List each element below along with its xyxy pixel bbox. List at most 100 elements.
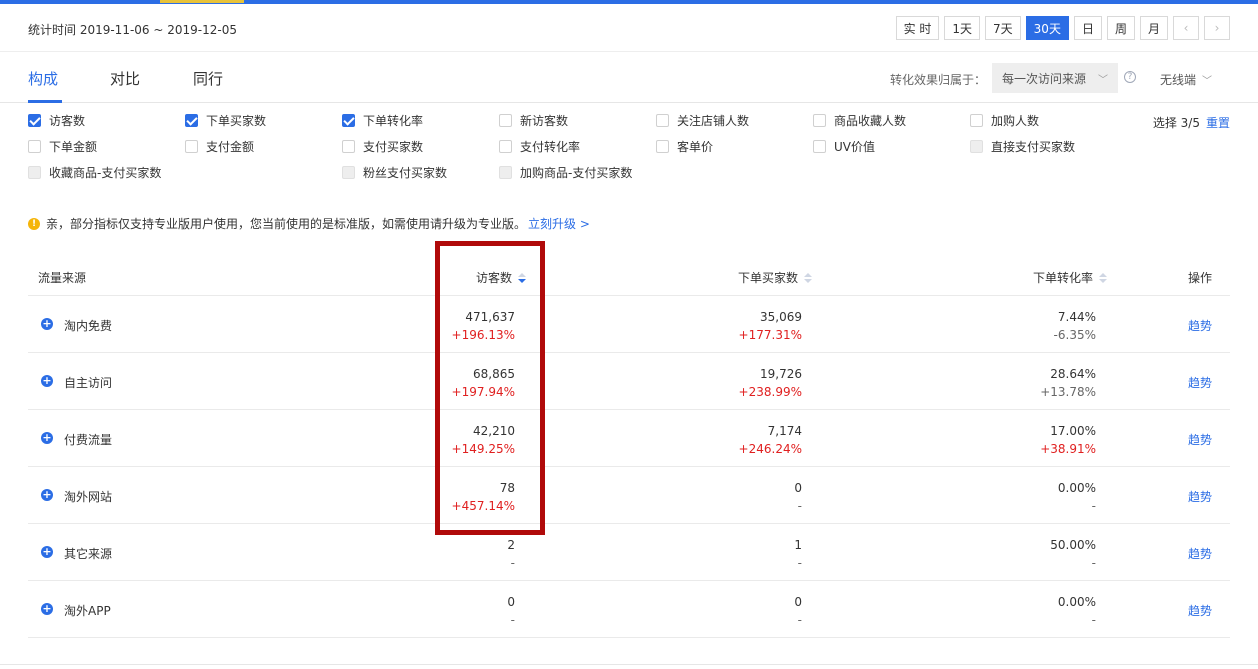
checkbox-icon	[813, 114, 826, 127]
buyers-cell: 7,174 +246.24%	[739, 422, 802, 458]
metric-label: 新访客数	[520, 114, 569, 128]
trend-link[interactable]: 趋势	[1188, 374, 1212, 391]
expand-plus-icon[interactable]: +	[41, 489, 53, 501]
header-visitors[interactable]: 访客数	[476, 269, 527, 286]
checkbox-checked-icon	[185, 114, 198, 127]
visitors-change: +196.13%	[451, 328, 515, 342]
metric-checkbox[interactable]: 支付买家数	[342, 138, 423, 155]
selection-count-label: 选择 3/5	[1152, 116, 1200, 130]
prev-period-button[interactable]: ‹	[1173, 16, 1199, 40]
expand-plus-icon[interactable]: +	[41, 375, 53, 387]
checkbox-icon	[499, 140, 512, 153]
buyers-cell: 35,069 +177.31%	[739, 308, 802, 344]
visitors-value: 42,210	[473, 424, 515, 438]
checkbox-icon	[185, 140, 198, 153]
metric-checkbox[interactable]: 商品收藏人数	[813, 112, 906, 129]
visitors-value: 0	[507, 595, 515, 609]
metric-checkbox[interactable]: 加购人数	[970, 112, 1039, 129]
metric-checkbox[interactable]: 新访客数	[499, 112, 568, 129]
metric-label: 关注店铺人数	[677, 114, 750, 128]
trend-link[interactable]: 趋势	[1188, 488, 1212, 505]
table-row: + 其它来源 2- 1- 50.00% - 趋势	[28, 524, 1230, 581]
header-buyers[interactable]: 下单买家数	[738, 269, 813, 286]
attribution-select[interactable]: 每一次访问来源 ﹀	[992, 63, 1118, 93]
tab-composition[interactable]: 构成	[28, 68, 58, 89]
rate-value: 0.00%	[1057, 481, 1096, 495]
rate-change: -	[1091, 613, 1096, 627]
range-week-button[interactable]: 周	[1106, 16, 1135, 40]
trend-link[interactable]: 趋势	[1188, 317, 1212, 334]
trend-link[interactable]: 趋势	[1188, 545, 1212, 562]
tab-comparison[interactable]: 对比	[110, 68, 140, 89]
upgrade-link[interactable]: 立刻升级 >	[528, 215, 590, 232]
metric-checkbox[interactable]: 支付金额	[185, 138, 254, 155]
buyers-cell: 19,726 +238.99%	[739, 365, 802, 401]
trend-link[interactable]: 趋势	[1188, 431, 1212, 448]
buyers-value: 19,726	[760, 367, 802, 381]
next-period-button[interactable]: ›	[1204, 16, 1230, 40]
expand-plus-icon[interactable]: +	[41, 546, 53, 558]
range-1day-button[interactable]: 1天	[944, 16, 981, 40]
source-name: 淘外APP	[64, 604, 111, 618]
buyers-change: +177.31%	[738, 328, 802, 342]
metric-checkbox[interactable]: 关注店铺人数	[656, 112, 749, 129]
range-30day-button[interactable]: 30天	[1025, 16, 1069, 40]
checkbox-icon	[499, 114, 512, 127]
notice-text: 亲，部分指标仅支持专业版用户使用，您当前使用的是标准版，如需使用请升级为专业版。	[46, 217, 527, 231]
expand-plus-icon[interactable]: +	[41, 432, 53, 444]
checkbox-icon	[656, 140, 669, 153]
sort-desc-icon	[518, 272, 527, 285]
active-tab-indicator	[28, 100, 62, 103]
table-row: + 淘外APP 0- 0- 0.00% - 趋势	[28, 581, 1230, 638]
device-select[interactable]: 无线端 ﹀	[1160, 71, 1212, 88]
metric-checkbox[interactable]: 下单金额	[28, 138, 97, 155]
reset-link[interactable]: 重置	[1206, 116, 1230, 130]
rate-cell: 0.00% -	[1058, 479, 1096, 515]
rate-value: 50.00%	[1050, 538, 1096, 552]
checkbox-checked-icon	[342, 114, 355, 127]
source-name: 淘外网站	[64, 490, 113, 504]
attribution-label: 转化效果归属于：	[890, 73, 987, 87]
buyers-value: 0	[794, 481, 802, 495]
table-row: + 自主访问 68,865 +197.94% 19,726 +238.99% 28.…	[28, 353, 1230, 410]
rate-cell: 0.00% -	[1058, 593, 1096, 629]
rate-cell: 7.44% -6.35%	[1054, 308, 1096, 344]
rate-cell: 28.64% +13.78%	[1040, 365, 1096, 401]
visitors-cell: 42,210 +149.25%	[452, 422, 515, 458]
rate-change: -6.35%	[1053, 328, 1096, 342]
visitors-cell: 471,637 +196.13%	[452, 308, 515, 344]
metric-label: 下单金额	[49, 140, 98, 154]
metric-checkbox[interactable]: 访客数	[28, 112, 85, 129]
expand-plus-icon[interactable]: +	[41, 603, 53, 615]
metric-checkbox[interactable]: 支付转化率	[499, 138, 580, 155]
rate-value: 17.00%	[1050, 424, 1096, 438]
metric-label: 直接支付买家数	[991, 140, 1076, 154]
range-7day-button[interactable]: 7天	[985, 16, 1021, 40]
metric-checkbox[interactable]: 下单转化率	[342, 112, 423, 129]
source-name: 其它来源	[64, 547, 113, 561]
help-icon[interactable]: ?	[1124, 71, 1136, 83]
expand-plus-icon[interactable]: +	[41, 318, 53, 330]
chevron-down-icon: ﹀	[1202, 76, 1213, 87]
metric-checkbox[interactable]: 下单买家数	[185, 112, 266, 129]
rate-cell: 50.00% -	[1050, 536, 1096, 572]
header-action: 操作	[1188, 271, 1213, 285]
metric-checkbox[interactable]: 客单价	[656, 138, 713, 155]
metric-checkbox[interactable]: UV价值	[813, 138, 875, 155]
metric-label: 访客数	[49, 114, 86, 128]
chevron-right-icon: ›	[1214, 21, 1220, 35]
metric-checkbox-disabled: 收藏商品-支付买家数	[28, 164, 161, 181]
range-month-button[interactable]: 月	[1139, 16, 1168, 40]
header-rate-label: 下单转化率	[1033, 271, 1094, 285]
visitors-value: 68,865	[473, 367, 515, 381]
visitors-change: -	[510, 556, 515, 570]
buyers-change: -	[797, 613, 802, 627]
range-day-button[interactable]: 日	[1073, 16, 1102, 40]
range-realtime-button[interactable]: 实 时	[895, 16, 940, 40]
header-rate[interactable]: 下单转化率	[1033, 269, 1108, 286]
visitors-change: -	[510, 613, 515, 627]
rate-change: +38.91%	[1040, 442, 1096, 456]
buyers-value: 7,174	[767, 424, 802, 438]
tab-peers[interactable]: 同行	[193, 68, 223, 89]
trend-link[interactable]: 趋势	[1188, 602, 1212, 619]
